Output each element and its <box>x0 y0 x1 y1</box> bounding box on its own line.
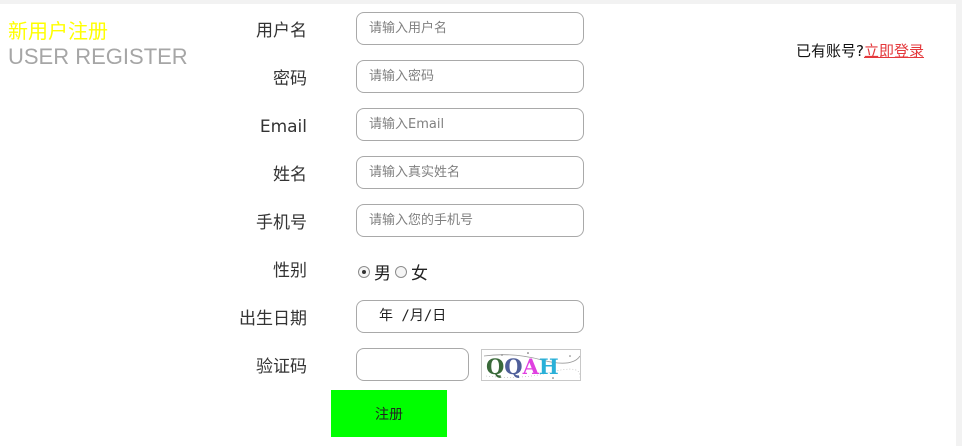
phone-input[interactable] <box>356 204 584 237</box>
gender-female-radio[interactable] <box>395 265 407 278</box>
password-input[interactable] <box>356 60 584 93</box>
register-submit-button[interactable]: 注册 <box>331 390 447 437</box>
captcha-input[interactable] <box>356 348 469 381</box>
captcha-text: QQAH <box>486 354 559 379</box>
birthday-date-input[interactable]: 年 /月/日 <box>356 300 584 333</box>
email-input[interactable] <box>356 108 584 141</box>
page-title-cn: 新用户注册 <box>8 19 108 43</box>
gender-group: 男 女 <box>358 259 428 284</box>
password-label: 密码 <box>273 69 307 89</box>
captcha-label: 验证码 <box>256 357 307 377</box>
name-label: 姓名 <box>273 165 307 185</box>
login-prompt: 已有账号?立即登录 <box>796 40 924 61</box>
gender-female-label: 女 <box>411 264 428 284</box>
username-label: 用户名 <box>256 21 307 41</box>
name-input[interactable] <box>356 156 584 189</box>
username-input[interactable] <box>356 12 584 45</box>
birthday-label: 出生日期 <box>239 309 307 329</box>
login-link[interactable]: 立即登录 <box>864 42 924 60</box>
page-title-en: USER REGISTER <box>8 44 188 69</box>
gender-label: 性别 <box>273 261 307 281</box>
gender-male-label: 男 <box>374 264 391 284</box>
gender-male-radio[interactable] <box>358 265 370 278</box>
phone-label: 手机号 <box>256 213 307 233</box>
birthday-date-value: 年 /月/日 <box>379 308 447 324</box>
page: 新用户注册 USER REGISTER 用户名 密码 Email 姓名 手机号 … <box>0 0 962 446</box>
login-prompt-text: 已有账号? <box>796 42 864 60</box>
email-label: Email <box>259 117 307 137</box>
captcha-image[interactable]: QQAH <box>481 349 581 381</box>
page-heading: 新用户注册 USER REGISTER <box>8 18 188 70</box>
